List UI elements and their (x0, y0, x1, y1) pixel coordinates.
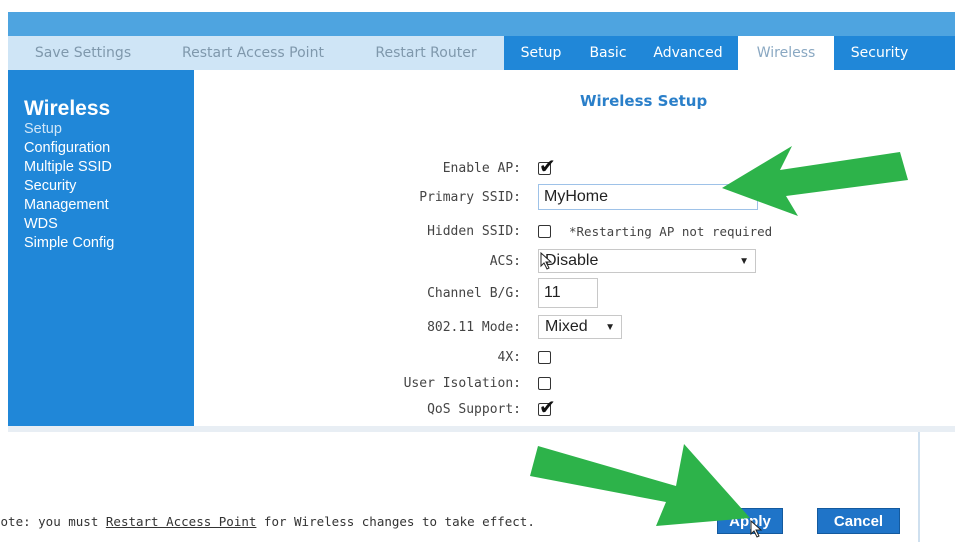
page-title: Wireless Setup (580, 92, 708, 110)
mode-value: Mixed (545, 318, 588, 335)
mode-label: 802.11 Mode: (427, 319, 521, 335)
acs-control: Disable ▼ (538, 249, 756, 273)
hidden-ssid-control: *Restarting AP not required (538, 224, 772, 239)
action-tabs: Save Settings Restart Access Point Resta… (8, 36, 504, 70)
dropdown-caret-icon: ▼ (605, 321, 615, 333)
sidebar-item-configuration[interactable]: Configuration (24, 139, 194, 158)
main-panel: Wireless Setup Enable AP: ✔ Primary SSID… (194, 70, 955, 426)
sidebar-item-multiple-ssid[interactable]: Multiple SSID (24, 158, 194, 177)
sidebar-item-management[interactable]: Management (24, 196, 194, 215)
qos-checkbox[interactable]: ✔ (538, 397, 556, 417)
sidebar-item-security[interactable]: Security (24, 177, 194, 196)
cancel-button[interactable]: Cancel (817, 508, 900, 534)
sidebar-item-simple-config[interactable]: Simple Config (24, 234, 194, 253)
channel-control: 11 (538, 278, 598, 308)
channel-input[interactable]: 11 (538, 278, 598, 308)
footer-panel: Note: you must Restart Access Point for … (0, 432, 920, 542)
restart-access-point-link[interactable]: Restart Access Point (106, 514, 257, 529)
acs-select[interactable]: Disable ▼ (538, 249, 756, 273)
tab-basic[interactable]: Basic (578, 36, 638, 70)
mode-select[interactable]: Mixed ▼ (538, 315, 622, 339)
footer-note: Note: you must Restart Access Point for … (0, 514, 535, 529)
dropdown-caret-icon: ▼ (739, 255, 749, 267)
hidden-ssid-note: *Restarting AP not required (569, 223, 773, 239)
tab-restart-access-point[interactable]: Restart Access Point (158, 36, 348, 70)
primary-ssid-control: MyHome (538, 184, 758, 210)
mode-row: 802.11 Mode: Mixed ▼ (194, 315, 955, 339)
fourx-checkbox[interactable] (538, 350, 551, 364)
fourx-control (538, 350, 551, 364)
sidebar-links: Setup Configuration Multiple SSID Securi… (24, 120, 194, 253)
enable-ap-control: ✔ (538, 156, 556, 176)
footer-note-prefix: Note: you must (0, 514, 106, 529)
top-strip (0, 0, 955, 12)
hidden-ssid-checkbox[interactable] (538, 224, 551, 238)
apply-button[interactable]: Apply (717, 508, 783, 534)
enable-ap-label: Enable AP: (442, 160, 521, 176)
tab-restart-router[interactable]: Restart Router (348, 36, 504, 70)
qos-label: QoS Support: (427, 401, 521, 417)
tab-setup[interactable]: Setup (504, 36, 578, 70)
hidden-ssid-label: Hidden SSID: (427, 223, 521, 239)
check-mark-icon: ✔ (539, 153, 556, 178)
qos-control: ✔ (538, 397, 556, 417)
mode-control: Mixed ▼ (538, 315, 622, 339)
primary-ssid-label: Primary SSID: (419, 189, 521, 205)
tab-advanced[interactable]: Advanced (638, 36, 738, 70)
qos-row: QoS Support: ✔ (194, 397, 955, 421)
primary-ssid-input[interactable]: MyHome (538, 184, 758, 210)
sidebar-heading: Wireless (24, 97, 111, 120)
channel-label: Channel B/G: (427, 285, 521, 301)
section-tabs: Setup Basic Advanced Wireless Security (504, 36, 955, 70)
user-isolation-label: User Isolation: (403, 375, 521, 391)
acs-row: ACS: Disable ▼ (194, 249, 955, 273)
sidebar-item-setup[interactable]: Setup (24, 120, 194, 139)
user-isolation-checkbox[interactable] (538, 376, 551, 390)
tab-save-settings[interactable]: Save Settings (8, 36, 158, 70)
tab-wireless[interactable]: Wireless (738, 36, 834, 70)
acs-value: Disable (545, 252, 599, 269)
sidebar-item-wds[interactable]: WDS (24, 215, 194, 234)
user-isolation-control (538, 376, 551, 390)
enable-ap-checkbox[interactable]: ✔ (538, 156, 556, 176)
hidden-ssid-row: Hidden SSID: *Restarting AP not required (194, 219, 955, 243)
header-banner (8, 12, 955, 36)
acs-label: ACS: (489, 253, 521, 269)
check-mark-icon: ✔ (539, 394, 556, 419)
sidebar: Wireless Setup Configuration Multiple SS… (8, 70, 194, 426)
fourx-label: 4X: (497, 349, 521, 365)
primary-ssid-row: Primary SSID: MyHome (194, 184, 955, 210)
tab-security[interactable]: Security (834, 36, 925, 70)
top-nav: Save Settings Restart Access Point Resta… (8, 36, 955, 70)
enable-ap-row: Enable AP: ✔ (194, 156, 955, 180)
channel-row: Channel B/G: 11 (194, 278, 955, 308)
user-isolation-row: User Isolation: (194, 371, 955, 395)
fourx-row: 4X: (194, 345, 955, 369)
footer-note-suffix: for Wireless changes to take effect. (256, 514, 535, 529)
